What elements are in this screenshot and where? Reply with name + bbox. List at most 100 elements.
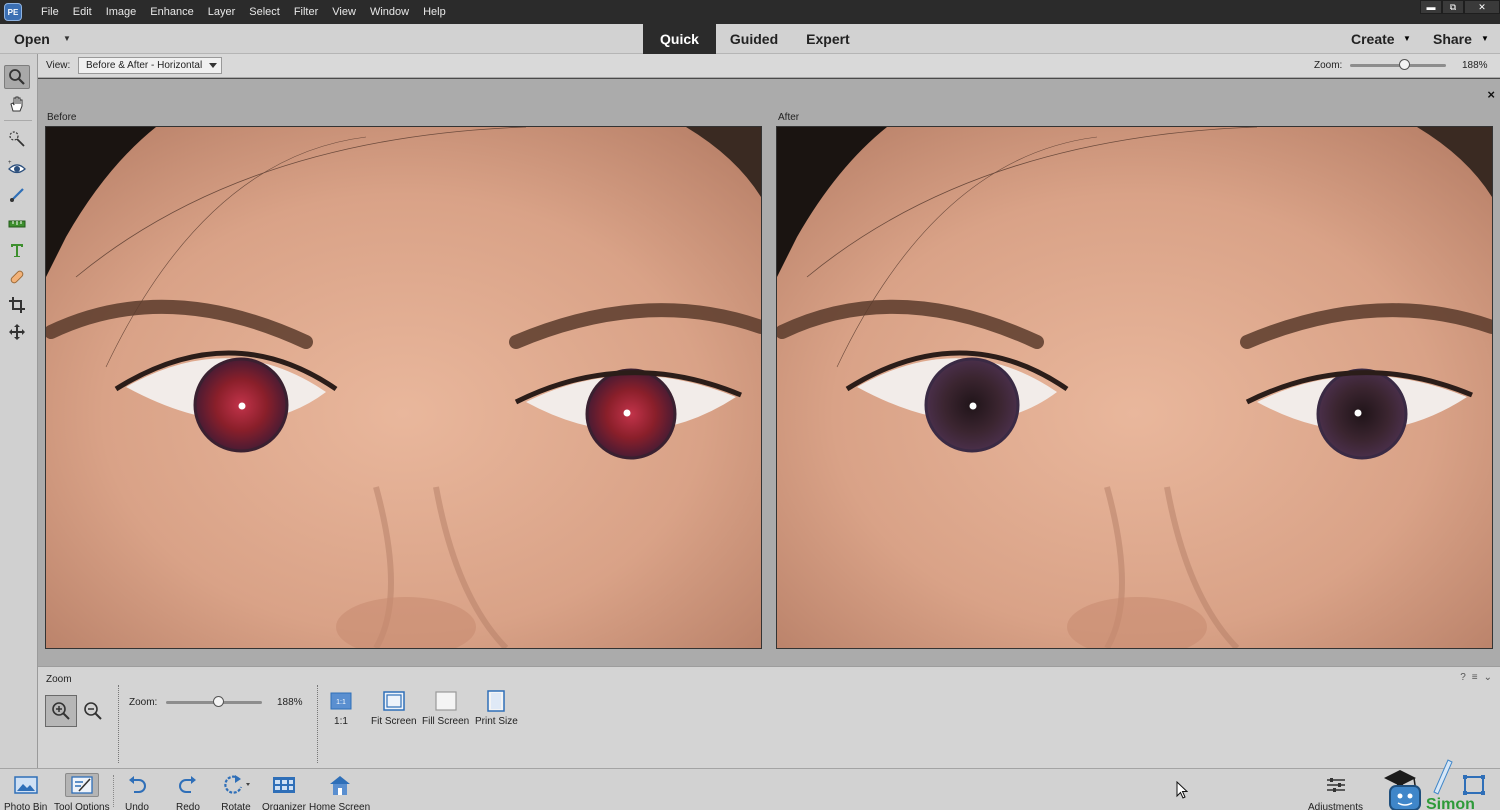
print-size-button[interactable]: Print Size <box>475 690 518 727</box>
create-dropdown-icon[interactable]: ▼ <box>1403 34 1411 43</box>
view-options-bar: View: Before & After - Horizontal Zoom: … <box>38 54 1500 78</box>
menu-image[interactable]: Image <box>99 0 144 24</box>
menu-file[interactable]: File <box>34 0 66 24</box>
redo-icon <box>177 773 199 797</box>
eye-icon: + <box>8 160 26 174</box>
after-face-image <box>777 127 1492 648</box>
selection-brush-icon <box>9 131 25 147</box>
magnifier-icon <box>9 69 25 85</box>
organizer-icon <box>272 773 296 797</box>
quick-selection-tool[interactable] <box>4 127 30 151</box>
organizer-button[interactable]: Organizer <box>262 773 306 810</box>
photo-bin-button[interactable]: Photo Bin <box>4 773 47 810</box>
menu-window[interactable]: Window <box>363 0 416 24</box>
open-button[interactable]: Open <box>14 31 50 47</box>
svg-text:+: + <box>8 160 12 166</box>
home-screen-label: Home Screen <box>309 802 371 810</box>
type-tool[interactable] <box>4 238 30 262</box>
whiten-teeth-tool[interactable] <box>4 183 30 207</box>
fill-screen-icon <box>435 690 457 712</box>
minimize-button[interactable]: ▬ <box>1420 0 1442 14</box>
canvas-area: × Before After <box>38 79 1500 666</box>
app-logo-icon[interactable]: PE <box>4 3 22 21</box>
menu-layer[interactable]: Layer <box>201 0 243 24</box>
red-eye-tool[interactable]: + <box>4 156 30 180</box>
adjustments-button[interactable]: Adjustments <box>1308 773 1363 810</box>
menu-enhance[interactable]: Enhance <box>143 0 200 24</box>
tab-expert[interactable]: Expert <box>792 24 864 54</box>
type-icon <box>11 244 23 257</box>
zoom-slider-track[interactable] <box>1350 64 1446 67</box>
zoom-tool[interactable] <box>4 65 30 89</box>
zoom-out-button[interactable] <box>82 700 104 722</box>
rotate-button[interactable]: Rotate <box>221 773 251 810</box>
tab-quick[interactable]: Quick <box>643 24 716 54</box>
menu-select[interactable]: Select <box>242 0 287 24</box>
tool-options-button[interactable]: Tool Options <box>54 773 110 810</box>
level-icon <box>8 220 26 228</box>
close-view-icon[interactable]: × <box>1487 87 1495 102</box>
mode-tabs: Quick Guided Expert <box>643 24 864 54</box>
share-dropdown-icon[interactable]: ▼ <box>1481 34 1489 43</box>
organizer-label: Organizer <box>262 802 306 810</box>
tool-options-icon <box>64 773 99 797</box>
before-label: Before <box>47 112 77 123</box>
collapse-icon[interactable]: ⌄ <box>1484 672 1492 683</box>
restore-button[interactable]: ⧉ <box>1442 0 1464 14</box>
undo-button[interactable]: Undo <box>125 773 149 810</box>
straighten-tool[interactable] <box>4 210 30 234</box>
tool-bar: + <box>0 54 38 768</box>
create-button[interactable]: Create <box>1351 31 1395 47</box>
menu-edit[interactable]: Edit <box>66 0 99 24</box>
panel-menu-icon[interactable]: ≡ <box>1472 672 1478 683</box>
menu-view[interactable]: View <box>325 0 363 24</box>
after-photo[interactable] <box>776 126 1493 649</box>
adjustments-icon <box>1325 773 1347 797</box>
move-tool[interactable] <box>4 320 30 344</box>
options-zoom-slider-thumb[interactable] <box>213 696 224 707</box>
before-photo[interactable] <box>45 126 762 649</box>
open-dropdown-icon[interactable]: ▼ <box>63 34 71 43</box>
rotate-icon <box>221 773 251 797</box>
hand-tool[interactable] <box>4 92 30 116</box>
help-icon[interactable]: ? <box>1460 672 1466 683</box>
menu-bar: PE File Edit Image Enhance Layer Select … <box>0 0 1500 24</box>
chevron-down-icon <box>209 63 217 68</box>
photo-bin-icon <box>13 773 38 797</box>
tool-options-title: Zoom <box>46 674 72 685</box>
print-size-label: Print Size <box>475 716 518 727</box>
actual-pixels-label: 1:1 <box>334 716 348 727</box>
redo-button[interactable]: Redo <box>176 773 200 810</box>
fill-screen-button[interactable]: Fill Screen <box>422 690 469 727</box>
mode-bar: Open ▼ Quick Guided Expert Create ▼ Shar… <box>0 24 1500 54</box>
window-controls: ▬ ⧉ ✕ <box>1420 0 1500 14</box>
fit-screen-button[interactable]: Fit Screen <box>371 690 417 727</box>
hand-icon <box>10 96 23 112</box>
zoom-out-icon <box>84 702 102 720</box>
home-icon <box>328 773 352 797</box>
spot-healing-tool[interactable] <box>4 265 30 289</box>
actual-pixels-button[interactable]: 1:1 1:1 <box>330 690 352 727</box>
view-mode-select[interactable]: Before & After - Horizontal <box>78 57 222 74</box>
options-zoom-value: 188% <box>277 697 303 708</box>
taskbar-divider <box>113 775 114 807</box>
share-button[interactable]: Share <box>1433 31 1472 47</box>
before-face-image <box>46 127 761 648</box>
fit-screen-icon <box>383 690 405 712</box>
home-screen-button[interactable]: Home Screen <box>309 773 370 810</box>
crop-tool[interactable] <box>4 293 30 317</box>
close-window-button[interactable]: ✕ <box>1464 0 1500 14</box>
actual-pixels-icon: 1:1 <box>330 690 352 712</box>
menu-filter[interactable]: Filter <box>287 0 325 24</box>
tool-options-panel: Zoom ? ≡ ⌄ Zoom: 188% 1:1 1:1 Fit Screen… <box>38 666 1500 768</box>
menu-help[interactable]: Help <box>416 0 453 24</box>
zoom-label: Zoom: <box>1314 60 1343 71</box>
view-label: View: <box>46 60 71 71</box>
zoom-slider-thumb[interactable] <box>1399 59 1410 70</box>
tab-guided[interactable]: Guided <box>716 24 792 54</box>
options-zoom-label: Zoom: <box>129 697 158 708</box>
redo-label: Redo <box>176 802 200 810</box>
fit-screen-label: Fit Screen <box>371 716 417 727</box>
zoom-in-button[interactable] <box>45 695 77 727</box>
task-bar: Photo Bin Tool Options Undo Redo Rotate … <box>0 768 1500 810</box>
